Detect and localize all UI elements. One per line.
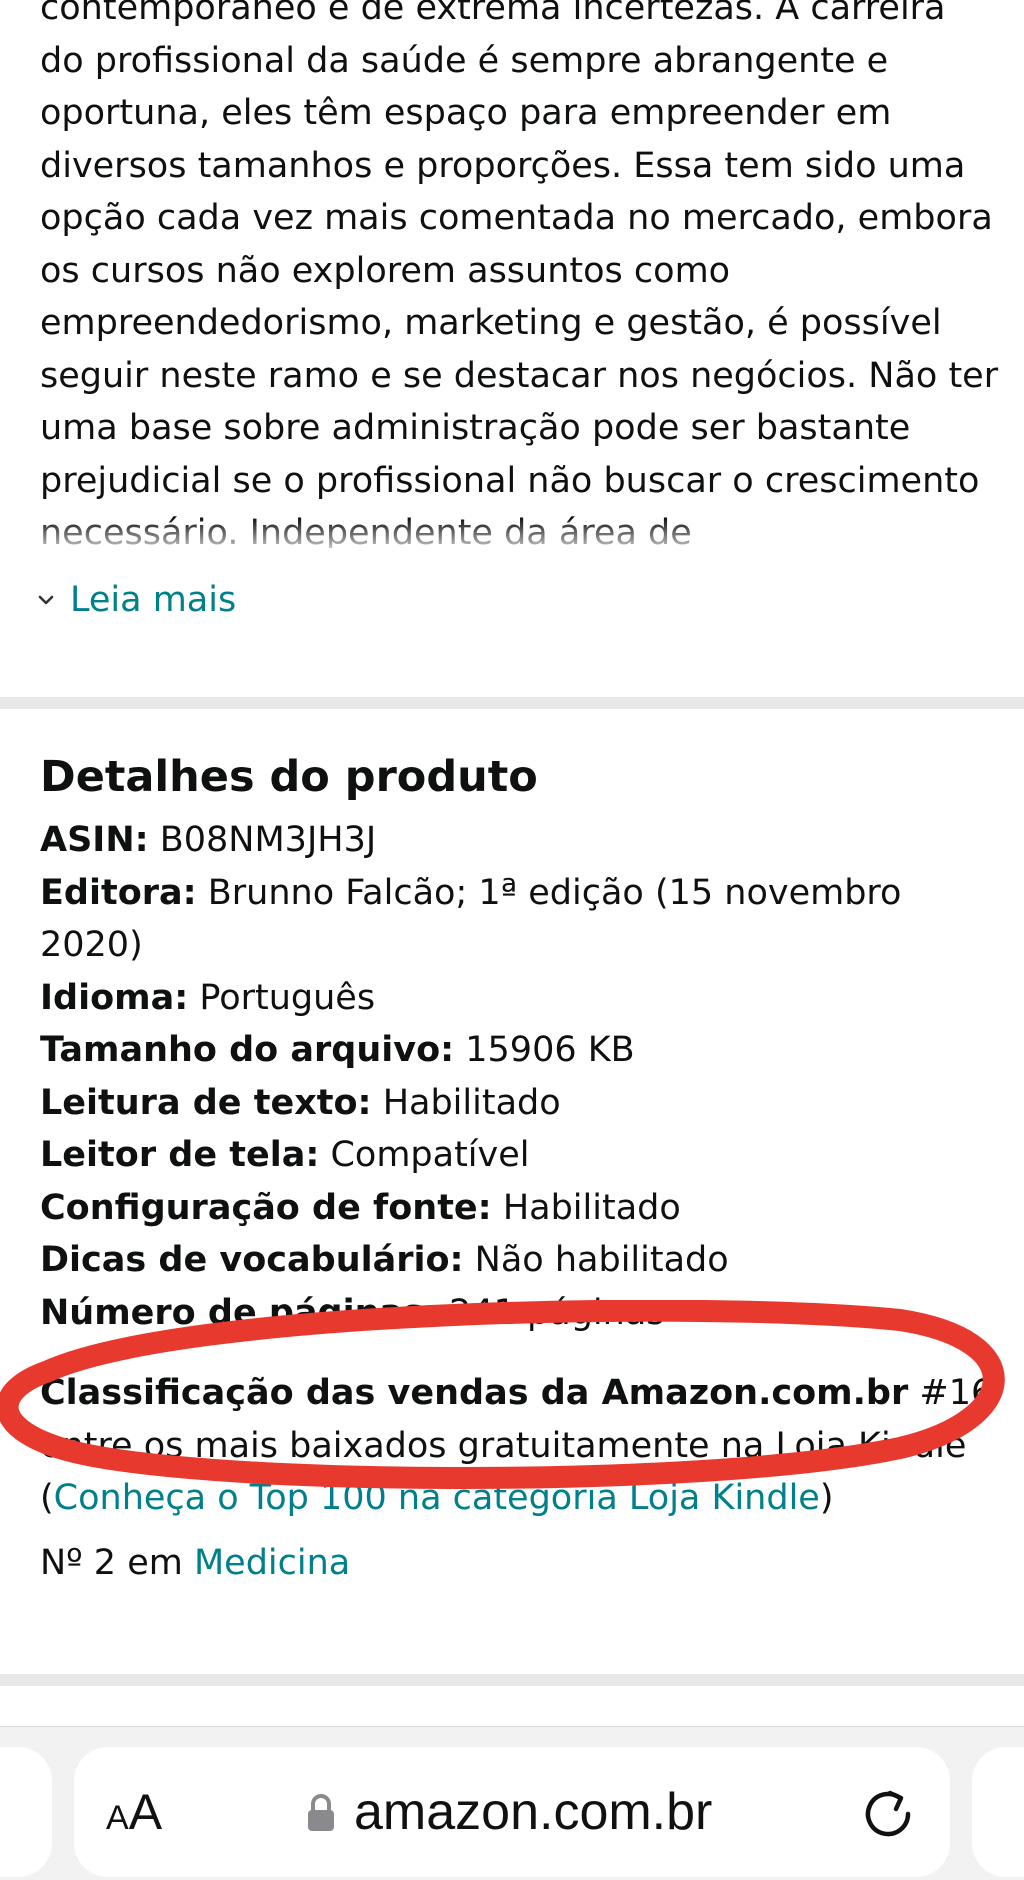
category-rank: Nº 2 em Medicina <box>40 1537 1000 1590</box>
section-divider-bottom <box>0 1674 1024 1686</box>
text-size-button[interactable]: AA <box>106 1783 162 1843</box>
category-rank-text: Nº 2 em <box>40 1542 183 1583</box>
detail-page-count: Número de páginas: 241 páginas <box>40 1292 665 1333</box>
detail-asin: ASIN: B08NM3JH3J <box>40 820 377 860</box>
description-text: contemporâneo e de extrema incertezas. A… <box>40 0 999 548</box>
details-list: ASIN: B08NM3JH3J Editora: Brunno Falcão;… <box>40 814 1000 1339</box>
sales-rank-value: #16 <box>919 1373 994 1413</box>
chevron-down-icon <box>38 595 54 605</box>
product-description: contemporâneo e de extrema incertezas. A… <box>0 0 1024 696</box>
browser-address-bar: AA amazon.com.br <box>0 1726 1024 1880</box>
description-fade <box>0 518 1024 558</box>
detail-file-size: Tamanho do arquivo: 15906 KB <box>40 1030 635 1070</box>
sales-rank: Classificação das vendas da Amazon.com.b… <box>40 1373 994 1518</box>
detail-word-wise: Dicas de vocabulário: Não habilitado <box>40 1240 729 1280</box>
detail-text-to-speech: Leitura de texto: Habilitado <box>40 1082 561 1123</box>
previous-tab-pill[interactable] <box>0 1747 52 1877</box>
top-100-link[interactable]: Conheça o Top 100 na categoria Loja Kind… <box>54 1478 820 1518</box>
product-details: Detalhes do produto ASIN: B08NM3JH3J Edi… <box>40 748 1000 1589</box>
sales-rank-text: entre os mais baixados gratuitamente na … <box>40 1425 967 1466</box>
sales-rank-label: Classificação das vendas da Amazon.com.b… <box>40 1373 909 1413</box>
details-title: Detalhes do produto <box>40 752 538 802</box>
next-tab-pill[interactable] <box>972 1747 1024 1877</box>
reload-icon[interactable] <box>860 1785 916 1843</box>
read-more-label: Leia mais <box>70 580 237 620</box>
detail-publisher: Editora: Brunno Falcão; 1ª edição (15 no… <box>40 872 902 966</box>
section-divider <box>0 697 1024 709</box>
detail-language: Idioma: Português <box>40 977 376 1018</box>
url-field[interactable]: AA amazon.com.br <box>74 1747 950 1877</box>
detail-typesetting: Configuração de fonte: Habilitado <box>40 1187 681 1228</box>
read-more-link[interactable]: Leia mais <box>36 572 236 628</box>
url-text: amazon.com.br <box>354 1783 713 1841</box>
medicina-link[interactable]: Medicina <box>194 1543 350 1583</box>
lock-icon <box>308 1794 334 1831</box>
detail-screen-reader: Leitor de tela: Compatível <box>40 1135 530 1175</box>
